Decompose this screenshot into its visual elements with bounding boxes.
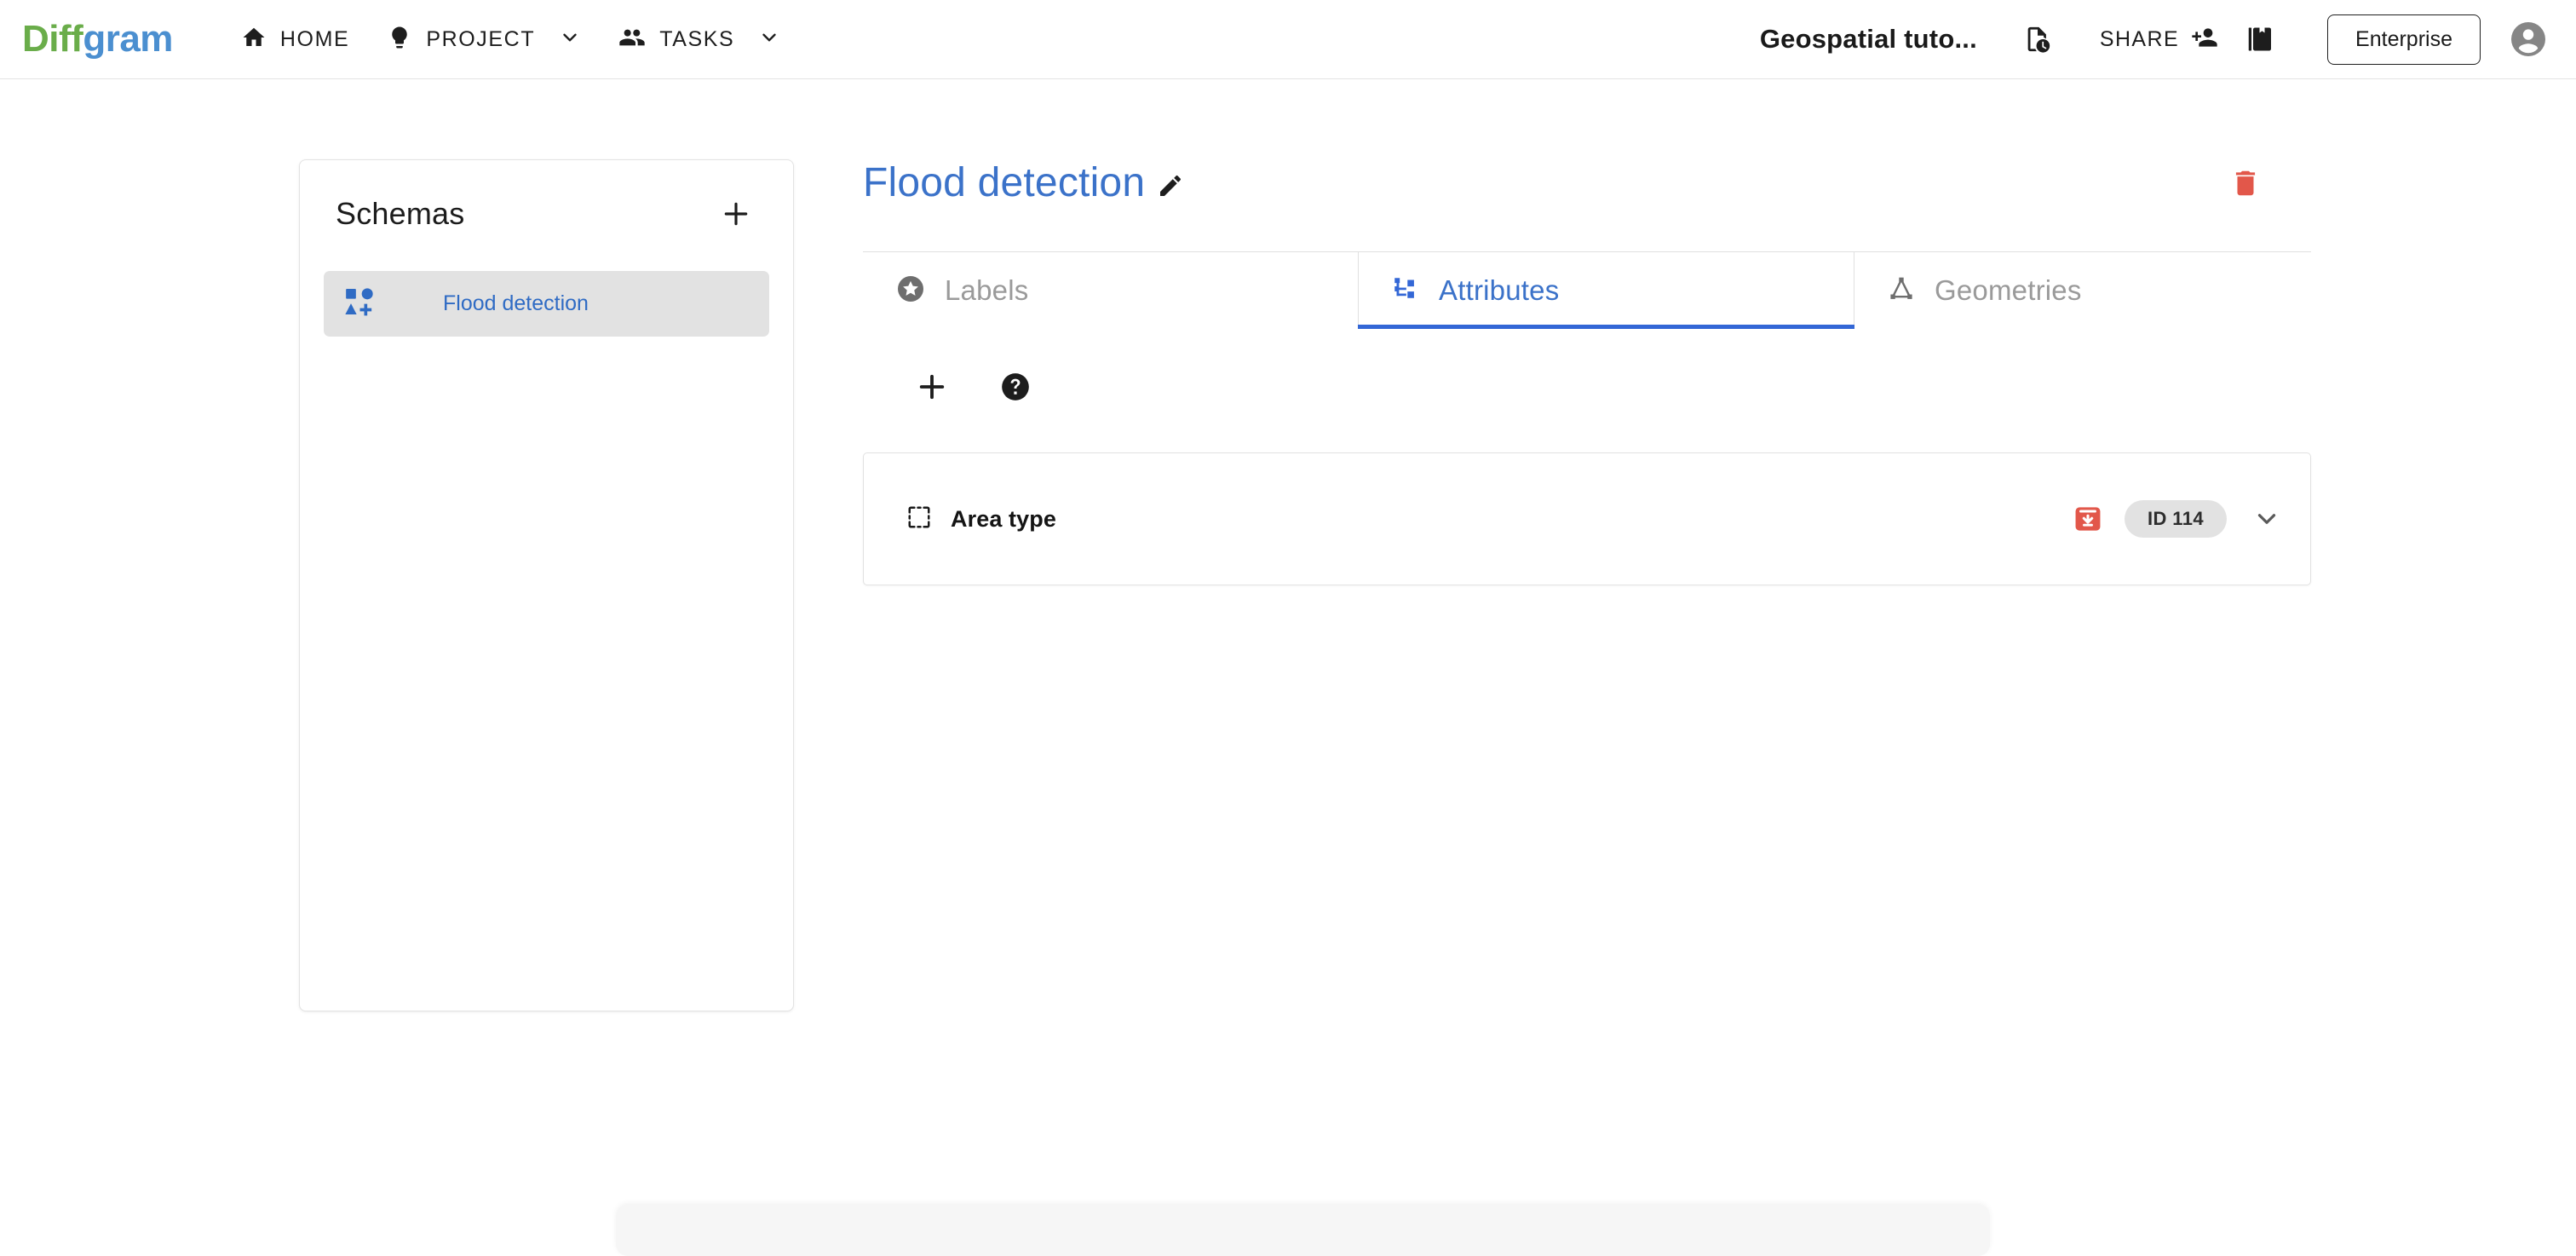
share-label: SHARE	[2099, 26, 2180, 51]
schema-list: Flood detection	[300, 271, 793, 337]
nav-label-tasks: TASKS	[659, 26, 735, 51]
add-attribute-button[interactable]	[914, 369, 950, 405]
schema-shapes-icon	[342, 285, 377, 323]
attribute-name: Area type	[951, 505, 1056, 532]
schemas-header: Schemas	[300, 160, 793, 233]
chevron-down-icon[interactable]	[2249, 501, 2285, 537]
bottom-floating-panel[interactable]	[616, 1205, 1990, 1256]
page-body: Schemas Flood detection Flood detection …	[0, 79, 2576, 1256]
diffgram-logo[interactable]: Diffgram	[22, 20, 173, 58]
table-row[interactable]: Area type ID 114	[863, 452, 2311, 585]
tab-label-attributes: Attributes	[1439, 274, 1560, 306]
pencil-icon[interactable]	[1157, 172, 1184, 199]
nav-right-tools: SHARE Enterprise	[2011, 14, 2576, 65]
share-button[interactable]: SHARE	[2084, 19, 2234, 60]
sidebar-item-label: Flood detection	[443, 291, 589, 315]
add-schema-button[interactable]	[716, 194, 756, 233]
tab-labels[interactable]: Labels	[863, 252, 1358, 329]
main-content: Flood detection Labels Attributes Geomet…	[863, 159, 2311, 585]
sidebar-item-flood-detection[interactable]: Flood detection	[324, 271, 769, 337]
chevron-down-icon[interactable]	[559, 26, 581, 53]
home-icon	[241, 25, 267, 55]
tab-geometries[interactable]: Geometries	[1854, 252, 2311, 329]
account-circle-icon[interactable]	[2508, 19, 2549, 60]
primary-nav: HOME PROJECT TASKS	[222, 15, 799, 64]
top-navigation-bar: Diffgram HOME PROJECT TASKS Geospatial t…	[0, 0, 2576, 79]
dashed-square-icon	[906, 504, 932, 534]
star-circle-icon	[895, 274, 926, 308]
delete-schema-button[interactable]	[2229, 167, 2262, 199]
tab-label-labels: Labels	[945, 274, 1029, 306]
file-clock-icon[interactable]	[2011, 20, 2064, 59]
archive-download-icon[interactable]	[2073, 504, 2102, 533]
logo-text-diff: Diff	[22, 18, 83, 60]
nav-item-tasks[interactable]: TASKS	[600, 15, 799, 64]
tab-label-geometries: Geometries	[1935, 274, 2082, 306]
attribute-actions: ID 114	[2073, 500, 2285, 538]
nav-label-project: PROJECT	[426, 26, 536, 51]
nav-item-project[interactable]: PROJECT	[368, 16, 600, 63]
schemas-title: Schemas	[336, 196, 465, 231]
help-circle-icon[interactable]	[999, 371, 1032, 403]
schema-title-group: Flood detection	[863, 159, 1184, 206]
attribute-identity: Area type	[906, 504, 1056, 534]
people-icon	[618, 24, 646, 55]
schema-title-row: Flood detection	[863, 159, 2311, 206]
polygon-nodes-icon	[1887, 274, 1916, 308]
enterprise-button[interactable]: Enterprise	[2327, 14, 2481, 65]
chevron-down-icon[interactable]	[758, 26, 780, 53]
page-title: Flood detection	[863, 160, 1146, 205]
account-tree-icon	[1391, 274, 1420, 308]
logo-text-gram: gram	[83, 18, 173, 60]
nav-label-home: HOME	[279, 26, 350, 51]
document-title: Geospatial tuto...	[1759, 24, 1977, 54]
lightbulb-icon	[387, 25, 412, 55]
schemas-panel: Schemas Flood detection	[299, 159, 794, 1011]
status-badge: ID 114	[2124, 500, 2227, 538]
attributes-toolbar	[863, 369, 2311, 405]
nav-item-home[interactable]: HOME	[222, 16, 368, 63]
bookmark-icon[interactable]	[2234, 19, 2288, 60]
person-add-icon	[2191, 24, 2218, 55]
schema-tabs: Labels Attributes Geometries	[863, 251, 2311, 329]
tab-attributes[interactable]: Attributes	[1358, 252, 1854, 329]
